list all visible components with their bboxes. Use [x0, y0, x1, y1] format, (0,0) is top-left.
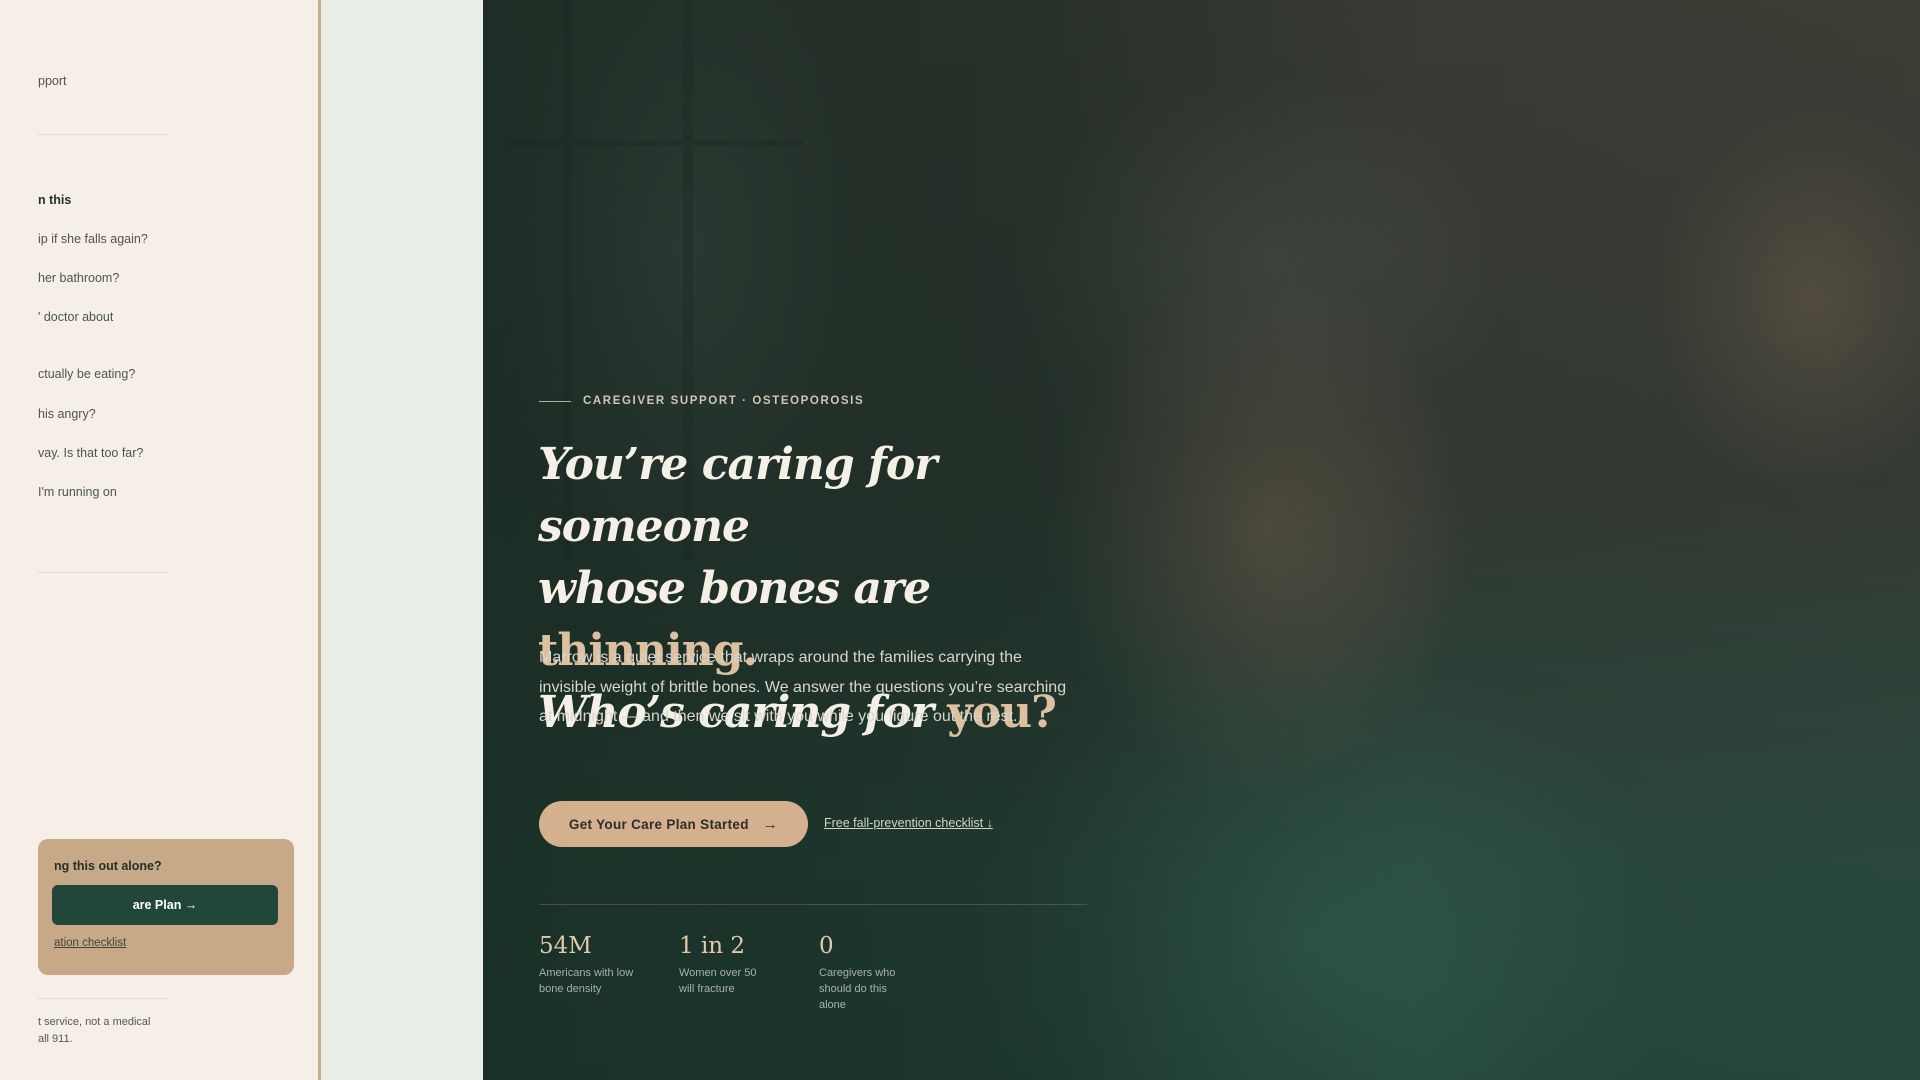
section-heading: n this [38, 193, 72, 207]
stat-item: 0 Caregivers who should do this alone [819, 933, 909, 1013]
side-panel-content: pport n this ip if she falls again? her … [0, 0, 295, 1080]
side-panel: pport n this ip if she falls again? her … [0, 0, 321, 1080]
stat-value: 54M [539, 933, 592, 959]
divider [38, 998, 168, 999]
eyebrow-text: CAREGIVER SUPPORT · OSTEOPOROSIS [583, 395, 865, 407]
disclaimer-line: all 911. [38, 1033, 73, 1045]
cta-label: Get Your Care Plan Started [568, 816, 749, 832]
hero-description: Marrow is a quiet service that wraps aro… [539, 649, 1067, 725]
stat-label: Americans with low bone density [539, 967, 634, 995]
question-link[interactable]: vay. Is that too far? [38, 446, 143, 460]
hero-section: CAREGIVER SUPPORT · OSTEOPOROSIS You’re … [483, 0, 1920, 1080]
question-link[interactable]: his angry? [38, 407, 96, 421]
stat-value: 1 in 2 [679, 933, 746, 959]
care-plan-card: ng this out alone? are Plan → ation chec… [38, 839, 294, 975]
checklist-link[interactable]: ation checklist [54, 937, 126, 949]
divider [38, 134, 168, 135]
stat-item: 54M Americans with low bone density [539, 933, 649, 997]
care-plan-button[interactable]: are Plan → [52, 885, 278, 925]
get-care-plan-button[interactable]: Get Your Care Plan Started → [539, 801, 808, 847]
support-link[interactable]: pport [38, 74, 67, 88]
stat-label: Women over 50 will fracture [679, 967, 757, 995]
eyebrow-rule [539, 400, 571, 402]
stat-value: 0 [819, 933, 834, 959]
card-title: ng this out alone? [54, 859, 162, 873]
stat-item: 1 in 2 Women over 50 will fracture [679, 933, 774, 997]
disclaimer-line: t service, not a medical [38, 1016, 151, 1028]
question-link[interactable]: ' doctor about [38, 310, 113, 324]
fall-prevention-checklist-link[interactable]: Free fall-prevention checklist ↓ [824, 816, 993, 830]
stats-divider [539, 904, 1087, 905]
question-link[interactable]: ip if she falls again? [38, 232, 148, 246]
divider [38, 572, 168, 573]
eyebrow: CAREGIVER SUPPORT · OSTEOPOROSIS [539, 395, 864, 407]
stat-label: Caregivers who should do this alone [819, 967, 896, 1011]
headline-line: whose bones are [538, 563, 931, 614]
arrow-right-icon: → [762, 815, 779, 833]
question-link[interactable]: I'm running on [38, 485, 117, 499]
question-link[interactable]: her bathroom? [38, 271, 119, 285]
headline-line: You’re caring for someone [538, 439, 937, 552]
question-link[interactable]: ctually be eating? [38, 367, 135, 381]
